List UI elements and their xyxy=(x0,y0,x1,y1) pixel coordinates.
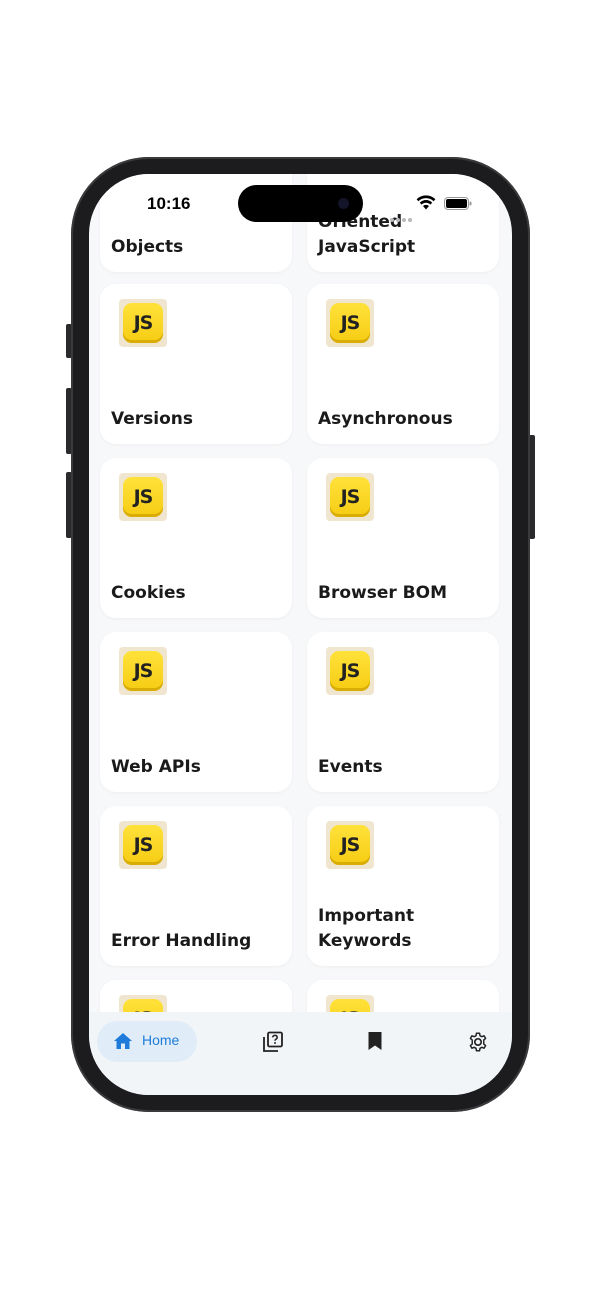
javascript-logo-icon: JS xyxy=(326,821,374,869)
dynamic-island xyxy=(238,185,363,222)
home-icon xyxy=(114,1033,132,1049)
topic-title: Web APIs xyxy=(111,757,201,777)
bottom-navigation: Home xyxy=(89,1012,512,1095)
topic-grid[interactable]: Objects Oriented JavaScript JS Versions … xyxy=(89,174,512,1014)
topic-card[interactable]: JS Cookies xyxy=(100,458,292,618)
javascript-logo-icon: JS xyxy=(326,647,374,695)
topic-title: Browser BOM xyxy=(318,583,448,603)
topic-card[interactable]: JS xyxy=(307,980,499,1014)
javascript-logo-icon: JS xyxy=(326,299,374,347)
bookmark-icon[interactable] xyxy=(367,1031,383,1051)
javascript-logo-icon: JS xyxy=(119,647,167,695)
javascript-logo-icon: JS xyxy=(119,473,167,521)
javascript-logo-icon: JS xyxy=(326,473,374,521)
topic-title: Asynchronous xyxy=(318,409,453,429)
battery-icon xyxy=(444,197,472,210)
javascript-logo-icon: JS xyxy=(119,821,167,869)
signal-dots-icon xyxy=(390,207,414,226)
quiz-icon[interactable] xyxy=(262,1031,284,1053)
status-bar: 10:16 xyxy=(89,174,512,234)
javascript-logo-icon: JS xyxy=(119,299,167,347)
topic-title: Objects xyxy=(111,237,184,257)
topic-title: Versions xyxy=(111,409,193,429)
topic-card[interactable]: JS Web APIs xyxy=(100,632,292,792)
wifi-icon xyxy=(416,195,436,210)
topic-title: Events xyxy=(318,757,383,777)
phone-screen: Objects Oriented JavaScript JS Versions … xyxy=(89,174,512,1095)
topic-card[interactable]: JS Browser BOM xyxy=(307,458,499,618)
topic-card[interactable]: JS Versions xyxy=(100,284,292,444)
topic-title: Error Handling xyxy=(111,931,252,951)
topic-card[interactable]: JS Asynchronous xyxy=(307,284,499,444)
settings-icon[interactable] xyxy=(467,1031,489,1053)
topic-title: Cookies xyxy=(111,583,186,603)
topic-card[interactable]: JS Important Keywords xyxy=(307,806,499,966)
topic-card[interactable]: JS Error Handling xyxy=(100,806,292,966)
nav-home[interactable]: Home xyxy=(97,1021,197,1062)
topic-card[interactable]: JS Events xyxy=(307,632,499,792)
status-time: 10:16 xyxy=(147,194,191,213)
nav-home-label: Home xyxy=(142,1032,180,1048)
topic-card[interactable]: JS xyxy=(100,980,292,1014)
topic-title: Important Keywords xyxy=(318,906,415,951)
